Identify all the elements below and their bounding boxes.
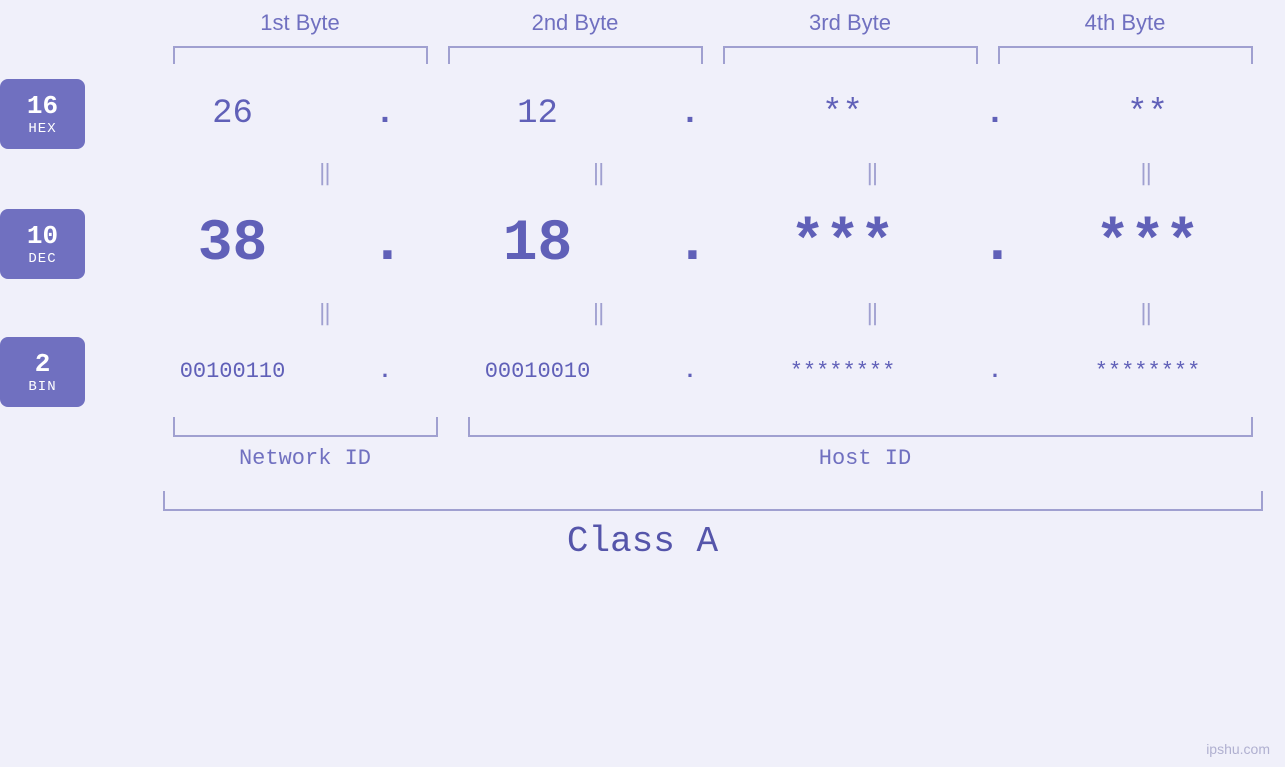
dec-dot-2: . [675,212,705,277]
hex-byte-1: 26 [95,95,370,133]
dec-byte-1: 38 [95,212,370,277]
sep-1-2: ‖ [464,161,738,187]
hex-badge-label: HEX [28,121,56,137]
sep-1-1: ‖ [190,161,464,187]
top-brackets [163,46,1263,64]
class-label: Class A [567,521,718,562]
full-bracket [163,491,1263,511]
dec-badge-number: 10 [27,221,58,251]
bin-dot-3: . [980,359,1010,384]
sub-brackets [163,417,1263,442]
byte-header-2: 2nd Byte [438,10,713,42]
hex-byte-3: ** [705,95,980,133]
dec-byte-4: *** [1010,212,1285,277]
hex-dot-2: . [675,95,705,133]
sep-2-4: ‖ [1011,301,1285,327]
bin-badge-label: BIN [28,379,56,395]
hex-byte-4: ** [1010,95,1285,133]
bin-row: 2 BIN 00100110 . 00010010 . ******** . *… [0,334,1285,409]
bin-byte-4: ******** [1010,359,1285,384]
bin-dot-2: . [675,359,705,384]
main-container: 1st Byte 2nd Byte 3rd Byte 4th Byte 16 H… [0,0,1285,767]
hex-row: 16 HEX 26 . 12 . ** . ** [0,74,1285,154]
dec-badge-label: DEC [28,251,56,267]
id-labels: Network ID Host ID [163,446,1263,471]
sep-2-2: ‖ [464,301,738,327]
network-id-label: Network ID [163,446,448,471]
bracket-3 [723,46,978,64]
dec-row: 10 DEC 38 . 18 . *** . *** [0,194,1285,294]
hex-dot-3: . [980,95,1010,133]
bin-dot-1: . [370,359,400,384]
host-id-label: Host ID [468,446,1263,471]
bracket-4 [998,46,1253,64]
sep-row-1: ‖ ‖ ‖ ‖ [0,154,1285,194]
host-bracket [468,417,1253,437]
bin-badge: 2 BIN [0,337,85,407]
dec-byte-3: *** [705,212,980,277]
hex-badge: 16 HEX [0,79,85,149]
sep-row-2: ‖ ‖ ‖ ‖ [0,294,1285,334]
sep-2-1: ‖ [190,301,464,327]
dec-values: 38 . 18 . *** . *** [95,212,1285,277]
sep-1-3: ‖ [738,161,1012,187]
bin-byte-3: ******** [705,359,980,384]
watermark: ipshu.com [1206,741,1270,757]
bracket-2 [448,46,703,64]
sep-2-3: ‖ [738,301,1012,327]
sep-1-4: ‖ [1011,161,1285,187]
dec-badge: 10 DEC [0,209,85,279]
hex-badge-number: 16 [27,91,58,121]
network-bracket [173,417,438,437]
bin-values: 00100110 . 00010010 . ******** . *******… [95,359,1285,384]
hex-byte-2: 12 [400,95,675,133]
hex-dot-1: . [370,95,400,133]
dec-byte-2: 18 [400,212,675,277]
byte-header-3: 3rd Byte [713,10,988,42]
byte-header-4: 4th Byte [988,10,1263,42]
dec-dot-1: . [370,212,400,277]
bin-byte-1: 00100110 [95,359,370,384]
bin-byte-2: 00010010 [400,359,675,384]
bracket-1 [173,46,428,64]
byte-header-1: 1st Byte [163,10,438,42]
bin-badge-number: 2 [35,349,51,379]
dec-dot-3: . [980,212,1010,277]
hex-values: 26 . 12 . ** . ** [95,95,1285,133]
